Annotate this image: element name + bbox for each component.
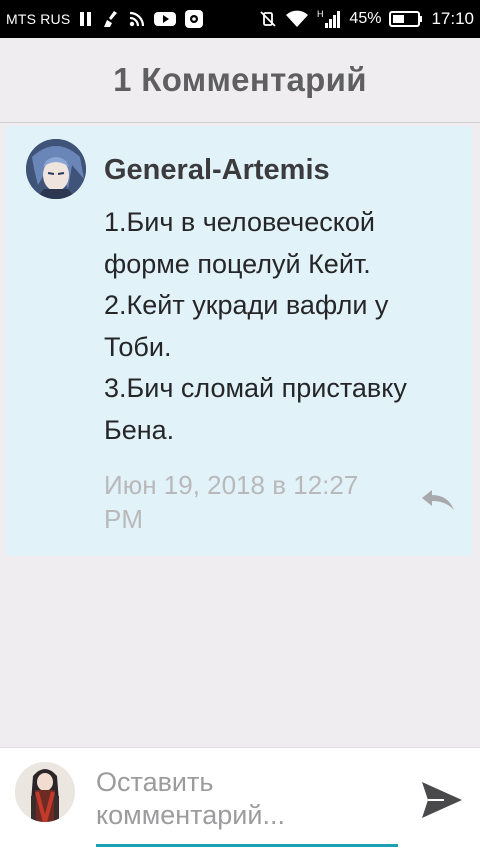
send-icon — [422, 782, 462, 818]
vibrate-off-icon — [259, 10, 277, 28]
comment-timestamp: Июн 19, 2018 в 12:27 PM — [104, 470, 359, 534]
comment-line: форме поцелуй Кейт. — [104, 248, 371, 279]
comment-line: 2.Кейт укради вафли у — [104, 290, 389, 320]
comment-composer: Оставить комментарий... — [0, 747, 480, 855]
comment-line: Тоби. — [104, 331, 172, 362]
signal-icon: H — [317, 9, 341, 29]
clock: 17:10 — [431, 9, 474, 28]
comment-line: 3.Бич сломай приставку — [104, 373, 407, 403]
comment-author[interactable]: General-Artemis — [104, 154, 330, 187]
battery-percent: 45% — [349, 10, 382, 27]
comments-header: 1 Комментарий — [0, 38, 480, 123]
current-user-avatar[interactable] — [15, 762, 75, 822]
pause-notification-icon — [78, 11, 94, 27]
comment-text: 1.Бич в человеческой форме поцелуй Кейт.… — [104, 202, 464, 451]
status-bar: MTS RUS H 45% 17:10 — [0, 0, 480, 38]
wifi-icon — [285, 10, 309, 28]
author-avatar[interactable] — [26, 139, 86, 199]
comment-line: 1.Бич в человеческой — [104, 207, 375, 237]
comment-input[interactable]: Оставить комментарий... — [96, 766, 398, 847]
carrier-label: MTS RUS — [6, 11, 71, 27]
app-notification-icon — [184, 9, 204, 29]
youtube-notification-icon — [154, 11, 177, 27]
comment-line: Бена. — [104, 414, 175, 445]
cleaner-notification-icon — [102, 10, 120, 28]
comment-input-placeholder: Оставить комментарий... — [96, 767, 285, 830]
comment-card: General-Artemis 1.Бич в человеческой фор… — [6, 126, 472, 556]
battery-icon — [389, 10, 423, 28]
rss-notification-icon — [128, 10, 146, 28]
reply-icon[interactable] — [420, 488, 456, 512]
page-title: 1 Комментарий — [113, 61, 367, 98]
send-button[interactable] — [420, 780, 464, 820]
network-type-label: H — [317, 9, 324, 19]
